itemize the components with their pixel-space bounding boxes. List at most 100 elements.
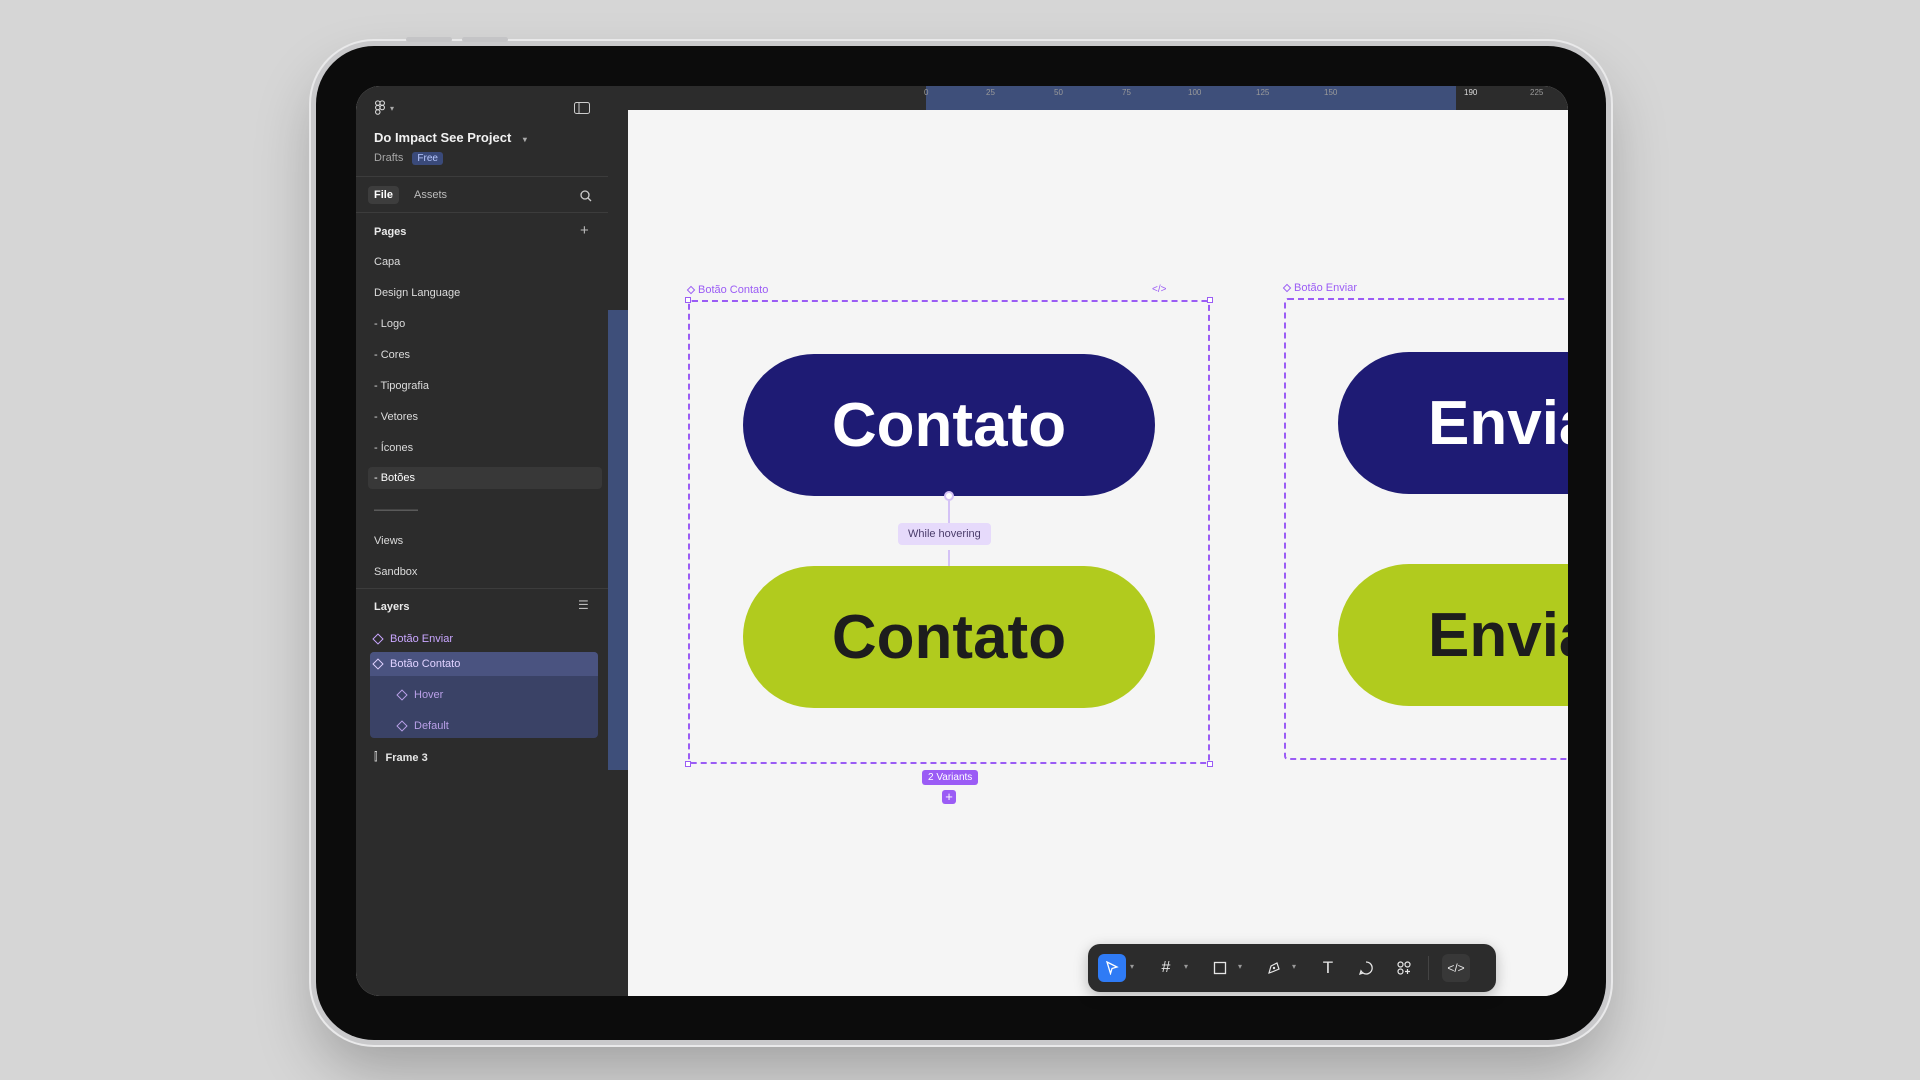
add-page-icon[interactable]: + bbox=[580, 222, 589, 239]
dev-mode-button[interactable]: </> bbox=[1442, 954, 1470, 982]
layer-botao-enviar[interactable]: Botão Enviar bbox=[372, 633, 453, 645]
button-enviar-hover[interactable]: Enviar bbox=[1338, 564, 1568, 706]
pages-title: Pages bbox=[374, 226, 407, 238]
page-item-views[interactable]: Views bbox=[374, 535, 403, 547]
component-set-name: Botão Enviar bbox=[1294, 282, 1357, 294]
project-title-text: Do Impact See Project bbox=[374, 130, 512, 145]
comment-icon bbox=[1358, 961, 1373, 976]
project-location: Drafts Free bbox=[374, 152, 443, 165]
ruler-tick: 75 bbox=[1122, 88, 1131, 97]
page-item-sandbox[interactable]: Sandbox bbox=[374, 566, 417, 578]
code-icon: </> bbox=[1447, 961, 1465, 975]
ruler-left bbox=[608, 110, 628, 996]
chevron-down-icon[interactable]: ▾ bbox=[1292, 962, 1296, 971]
text-tool-button[interactable]: T bbox=[1314, 954, 1342, 982]
page-item-capa[interactable]: Capa bbox=[374, 256, 400, 268]
drafts-label[interactable]: Drafts bbox=[374, 152, 403, 164]
chevron-down-icon[interactable]: ▾ bbox=[523, 135, 527, 144]
search-icon[interactable] bbox=[580, 190, 592, 202]
chevron-down-icon[interactable]: ▾ bbox=[1130, 962, 1134, 971]
screen: ▾ Do Impact See Project ▾ Drafts Free Fi… bbox=[356, 86, 1568, 996]
add-variant-icon[interactable]: + bbox=[942, 790, 956, 804]
button-label: Contato bbox=[831, 390, 1067, 460]
layer-label: Frame 3 bbox=[385, 751, 428, 764]
move-icon bbox=[1106, 961, 1119, 975]
page-item-tipografia[interactable]: - Tipografia bbox=[374, 380, 429, 392]
resize-handle[interactable] bbox=[1207, 761, 1213, 767]
chevron-down-icon[interactable]: ▾ bbox=[1238, 962, 1242, 971]
canvas[interactable]: Botão Contato </> Contato While hovering… bbox=[628, 110, 1568, 996]
page-item-botoes[interactable]: - Botões bbox=[368, 467, 602, 489]
button-contato-hover[interactable]: Contato bbox=[743, 566, 1155, 708]
prototype-trigger-label[interactable]: While hovering bbox=[898, 523, 991, 545]
ruler-top: 0 25 50 75 100 125 150 190 225 bbox=[608, 86, 1568, 110]
page-item-icones[interactable]: - Ícones bbox=[374, 442, 413, 454]
move-tool-button[interactable] bbox=[1098, 954, 1126, 982]
page-item-separator[interactable]: ———— bbox=[374, 504, 418, 516]
component-icon bbox=[372, 658, 384, 670]
button-label: Contato bbox=[831, 602, 1067, 672]
frame-tool-button[interactable]: # bbox=[1152, 954, 1180, 982]
variants-count-badge: 2 Variants bbox=[922, 770, 979, 785]
tablet-top-button-1 bbox=[406, 37, 452, 42]
chevron-down-icon[interactable]: ▾ bbox=[1184, 962, 1188, 971]
ruler-tick: 25 bbox=[986, 88, 995, 97]
figma-logo-icon[interactable] bbox=[374, 100, 386, 116]
project-title[interactable]: Do Impact See Project ▾ bbox=[374, 130, 527, 145]
divider bbox=[356, 588, 608, 589]
frame-layer-icon: ⫿ bbox=[374, 751, 378, 763]
layer-frame-3[interactable]: ⫿ Frame 3 bbox=[374, 751, 428, 764]
component-set-label[interactable]: Botão Contato bbox=[686, 284, 769, 296]
ruler-tick: 150 bbox=[1324, 88, 1338, 97]
button-label: Enviar bbox=[1428, 600, 1568, 670]
pen-tool-button[interactable] bbox=[1260, 954, 1288, 982]
chevron-down-icon[interactable]: ▾ bbox=[390, 104, 394, 113]
ruler-tick: 50 bbox=[1054, 88, 1063, 97]
shape-tool-button[interactable] bbox=[1206, 954, 1234, 982]
ruler-tick: 100 bbox=[1188, 88, 1202, 97]
pen-icon bbox=[1268, 962, 1280, 974]
toolbar-divider bbox=[1428, 956, 1429, 980]
tablet-top-button-2 bbox=[462, 37, 508, 42]
page-item-design-language[interactable]: Design Language bbox=[374, 287, 460, 299]
layer-hover[interactable]: Hover bbox=[396, 689, 444, 701]
rectangle-icon bbox=[1213, 961, 1227, 975]
frame-icon: # bbox=[1161, 959, 1171, 976]
components-tool-button[interactable] bbox=[1390, 954, 1418, 982]
plan-badge: Free bbox=[412, 152, 443, 165]
sidebar-toggle-icon[interactable] bbox=[574, 102, 590, 114]
left-panel: ▾ Do Impact See Project ▾ Drafts Free Fi… bbox=[356, 86, 608, 996]
component-set-name: Botão Contato bbox=[698, 284, 769, 296]
page-item-cores[interactable]: - Cores bbox=[374, 349, 410, 361]
component-icon bbox=[372, 633, 384, 645]
ruler-tick: 125 bbox=[1256, 88, 1270, 97]
layers-title: Layers bbox=[374, 601, 410, 613]
page-item-vetores[interactable]: - Vetores bbox=[374, 411, 418, 423]
resize-handle[interactable] bbox=[685, 761, 691, 767]
ruler-tick: 190 bbox=[1464, 88, 1478, 97]
tablet-device: ▾ Do Impact See Project ▾ Drafts Free Fi… bbox=[316, 37, 1606, 1040]
button-enviar-default[interactable]: Enviar bbox=[1338, 352, 1568, 494]
bottom-toolbar: ▾ # ▾ ▾ ▾ T </> bbox=[1088, 944, 1496, 992]
component-set-label[interactable]: Botão Enviar bbox=[1282, 282, 1357, 294]
resize-handle[interactable] bbox=[1207, 297, 1213, 303]
divider bbox=[356, 176, 608, 177]
tab-file[interactable]: File bbox=[368, 186, 399, 204]
page-item-logo[interactable]: - Logo bbox=[374, 318, 405, 330]
variant-icon bbox=[396, 720, 408, 732]
button-contato-default[interactable]: Contato bbox=[743, 354, 1155, 496]
resize-handle[interactable] bbox=[685, 297, 691, 303]
layer-botao-contato[interactable]: Botão Contato bbox=[372, 658, 460, 670]
layer-label: Default bbox=[414, 720, 449, 732]
text-icon: T bbox=[1322, 958, 1334, 977]
code-icon[interactable]: </> bbox=[1152, 284, 1166, 295]
tab-assets[interactable]: Assets bbox=[408, 186, 453, 204]
button-label: Enviar bbox=[1428, 388, 1568, 458]
comment-tool-button[interactable] bbox=[1352, 954, 1380, 982]
layers-options-icon[interactable]: ☰ bbox=[578, 598, 589, 612]
layer-default[interactable]: Default bbox=[396, 720, 449, 732]
component-icon bbox=[686, 285, 696, 295]
ruler-tick: 0 bbox=[924, 88, 929, 97]
layer-label: Hover bbox=[414, 689, 444, 701]
variant-icon bbox=[396, 689, 408, 701]
